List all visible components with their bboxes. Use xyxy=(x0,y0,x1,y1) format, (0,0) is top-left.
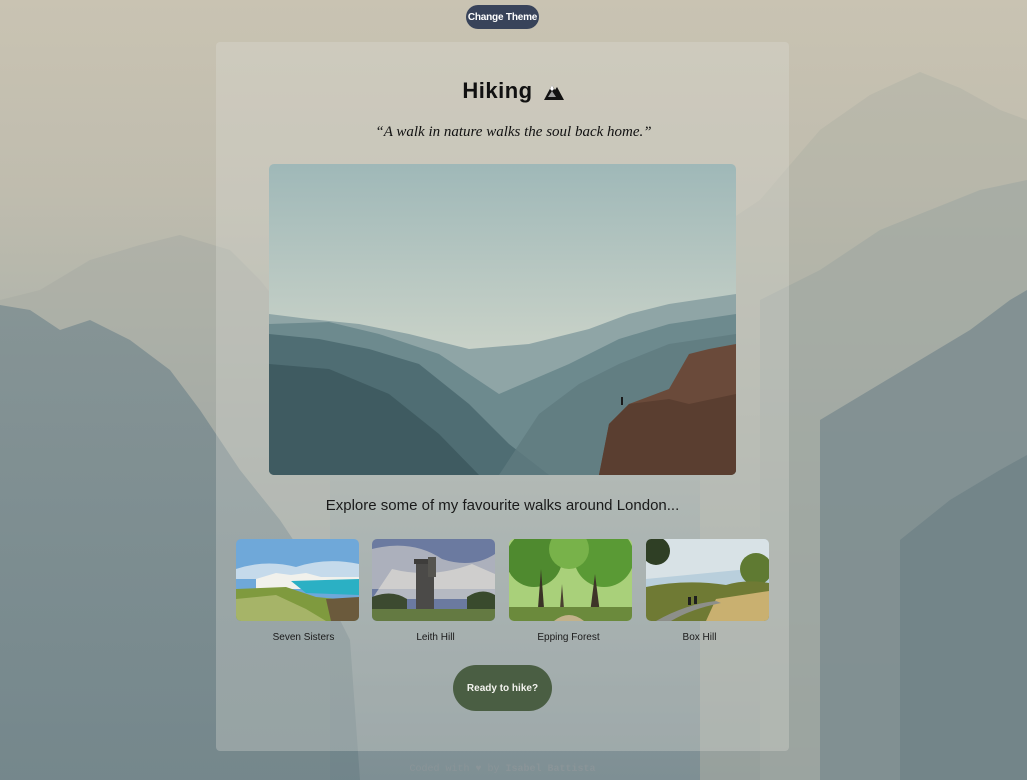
mountain-icon xyxy=(543,81,565,101)
walk-thumb-box-hill[interactable] xyxy=(646,539,769,621)
walk-label: Box Hill xyxy=(682,632,717,643)
quote-text: “A walk in nature walks the soul back ho… xyxy=(375,124,652,140)
ready-to-hike-button[interactable]: Ready to hike? xyxy=(453,665,552,711)
footer-prefix: Coded with xyxy=(409,764,476,775)
page-title-text: Hiking xyxy=(462,78,533,103)
footer-credit: Coded with ♥ by Isabel Battista xyxy=(0,764,1005,775)
walk-thumb-epping-forest[interactable] xyxy=(509,539,632,621)
walk-thumb-seven-sisters[interactable] xyxy=(236,539,359,621)
footer-by: by xyxy=(481,764,506,775)
author-name: Isabel Battista xyxy=(505,764,596,775)
hero-image xyxy=(269,164,736,475)
walk-thumb-leith-hill[interactable] xyxy=(372,539,495,621)
walk-label: Seven Sisters xyxy=(272,632,335,643)
walk-label: Epping Forest xyxy=(537,632,600,643)
change-theme-button[interactable]: Change Theme xyxy=(466,5,539,29)
explore-text: Explore some of my favourite walks aroun… xyxy=(325,497,680,514)
page-title: Hiking xyxy=(0,74,1027,108)
walk-label: Leith Hill xyxy=(416,632,455,643)
